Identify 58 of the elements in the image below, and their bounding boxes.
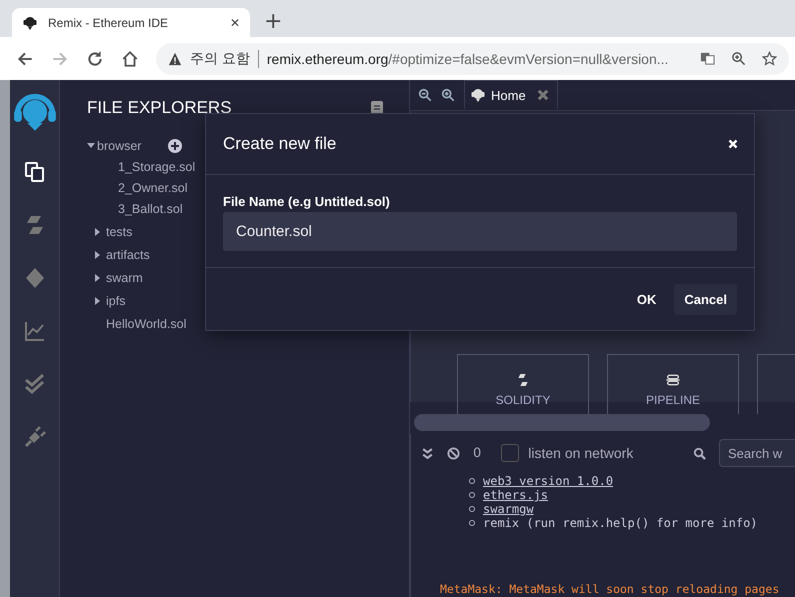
file-item[interactable]: 2_Owner.sol bbox=[118, 180, 188, 194]
folder-item[interactable]: tests bbox=[106, 224, 132, 238]
zoom-out-icon[interactable] bbox=[418, 88, 432, 102]
tab-title: Remix - Ethereum IDE bbox=[48, 16, 170, 30]
url-text: remix.ethereum.org/#optimize=false&evmVersion=null&version... bbox=[266, 50, 668, 66]
file-item[interactable]: 3_Ballot.sol bbox=[118, 202, 183, 216]
pending-count: 0 bbox=[473, 446, 482, 460]
reload-icon[interactable] bbox=[86, 50, 104, 68]
terminal-link[interactable]: swarmgw bbox=[483, 502, 534, 516]
folder-item[interactable]: ipfs bbox=[106, 294, 126, 308]
double-check-icon[interactable] bbox=[22, 372, 46, 396]
collapse-icon[interactable] bbox=[421, 446, 434, 460]
plug-icon[interactable] bbox=[22, 425, 46, 449]
translate-icon[interactable] bbox=[700, 51, 715, 66]
warning-message: MetaMask: MetaMask will soon stop reloading pages bbox=[440, 582, 780, 596]
search-field[interactable]: Search w bbox=[719, 439, 795, 467]
warning-icon bbox=[168, 52, 182, 66]
scrollbar[interactable] bbox=[414, 414, 710, 431]
browser-tab[interactable]: Remix - Ethereum IDE ✕ bbox=[12, 8, 250, 37]
caret-icon[interactable] bbox=[95, 296, 100, 304]
folder-item[interactable]: artifacts bbox=[106, 248, 150, 262]
terminal-text: remix (run remix.help() for more info) bbox=[483, 516, 758, 530]
cancel-button[interactable]: Cancel bbox=[674, 284, 737, 314]
search-icon[interactable] bbox=[693, 446, 706, 460]
caret-icon[interactable] bbox=[95, 274, 100, 282]
listen-checkbox[interactable] bbox=[501, 444, 520, 462]
ok-button[interactable]: OK bbox=[626, 284, 666, 314]
panel-title: FILE EXPLORERS bbox=[87, 98, 232, 118]
security-label: 주의 요함 bbox=[190, 50, 250, 68]
new-tab-icon[interactable]: + bbox=[264, 10, 282, 34]
folder-item[interactable]: browser bbox=[97, 138, 142, 152]
headset-logo-icon bbox=[470, 87, 486, 103]
file-name-field[interactable]: Counter.sol bbox=[223, 212, 737, 251]
terminal-link[interactable]: ethers.js bbox=[483, 488, 548, 502]
clear-icon[interactable] bbox=[447, 446, 460, 460]
chain-icon bbox=[665, 372, 681, 388]
file-item[interactable]: 1_Storage.sol bbox=[118, 160, 196, 174]
back-icon[interactable] bbox=[16, 50, 34, 68]
caret-icon[interactable] bbox=[95, 250, 100, 258]
star-icon[interactable] bbox=[762, 51, 777, 66]
zoom-icon[interactable] bbox=[731, 51, 746, 66]
editor-tab[interactable]: Home bbox=[464, 80, 558, 109]
chart-icon[interactable] bbox=[22, 319, 46, 343]
dialog-title: Create new file bbox=[223, 134, 336, 154]
files-icon[interactable] bbox=[22, 160, 46, 184]
zoom-in-icon[interactable] bbox=[441, 88, 455, 102]
file-item[interactable]: HelloWorld.sol bbox=[106, 316, 186, 330]
add-file-icon[interactable] bbox=[168, 138, 182, 152]
folder-item[interactable]: swarm bbox=[106, 270, 143, 284]
listen-label: listen on network bbox=[528, 445, 634, 461]
close-tab-icon[interactable]: ✕ bbox=[230, 16, 240, 30]
caret-icon[interactable] bbox=[87, 143, 95, 148]
headset-logo-icon bbox=[22, 14, 38, 30]
terminal-link[interactable]: web3 version 1.0.0 bbox=[483, 474, 614, 488]
caret-icon[interactable] bbox=[95, 228, 100, 236]
address-bar[interactable]: 주의 요함 remix.ethereum.org/#optimize=false&evmVersion=null&version... bbox=[156, 42, 789, 74]
home-icon[interactable] bbox=[121, 50, 139, 68]
field-label: File Name (e.g Untitled.sol) bbox=[223, 194, 391, 209]
